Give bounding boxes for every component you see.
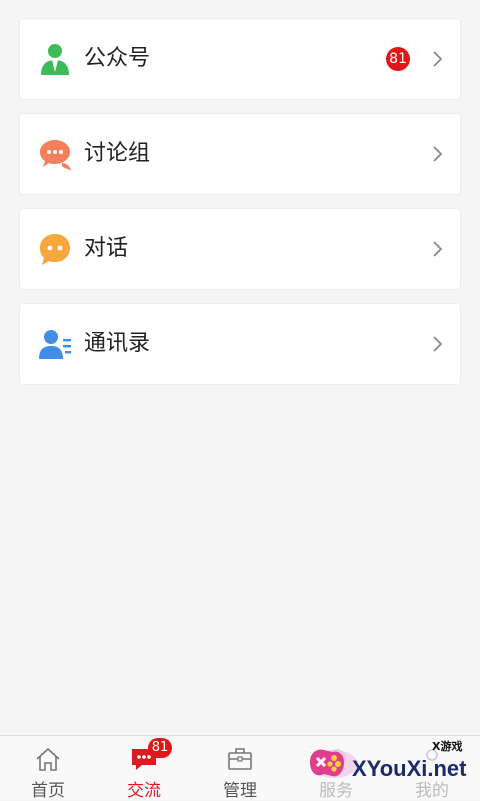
chat-bubble-icon [40, 234, 70, 265]
menu-item-official-accounts[interactable]: 公众号 81 [19, 18, 461, 100]
menu-item-label: 讨论组 [84, 141, 151, 166]
menu-item-contacts[interactable]: 通讯录 [19, 303, 461, 385]
chevron-right-icon [433, 146, 442, 162]
contacts-icon [39, 330, 71, 359]
site-watermark: X游戏 XYouXi.net [304, 736, 474, 790]
tab-label: 管理 [223, 781, 257, 801]
group-chat-icon [40, 140, 71, 170]
chevron-right-icon [433, 51, 442, 67]
chevron-right-icon [433, 336, 442, 352]
menu-item-label: 通讯录 [84, 331, 151, 356]
unread-count-badge: 81 [148, 738, 172, 758]
home-icon [36, 747, 60, 771]
watermark-text: XYouXi.net [352, 756, 467, 781]
menu-item-label: 对话 [84, 236, 129, 261]
official-account-icon [41, 44, 69, 75]
conversation-menu-list: 公众号 81 讨论组 对话 通讯录 [19, 18, 461, 398]
menu-item-chats[interactable]: 对话 [19, 208, 461, 290]
tab-home[interactable]: 首页 [0, 736, 96, 801]
watermark-subtitle: X游戏 [432, 740, 463, 753]
gamepad-logo-icon [310, 749, 358, 778]
tab-label: 首页 [31, 781, 65, 801]
chevron-right-icon [433, 241, 442, 257]
tab-label: 交流 [127, 781, 161, 801]
unread-count-badge: 81 [386, 47, 410, 71]
tab-manage[interactable]: 管理 [192, 736, 288, 801]
menu-item-discussion-groups[interactable]: 讨论组 [19, 113, 461, 195]
briefcase-icon [228, 748, 252, 770]
tab-messages[interactable]: 81 交流 [96, 736, 192, 801]
menu-item-label: 公众号 [84, 46, 151, 71]
